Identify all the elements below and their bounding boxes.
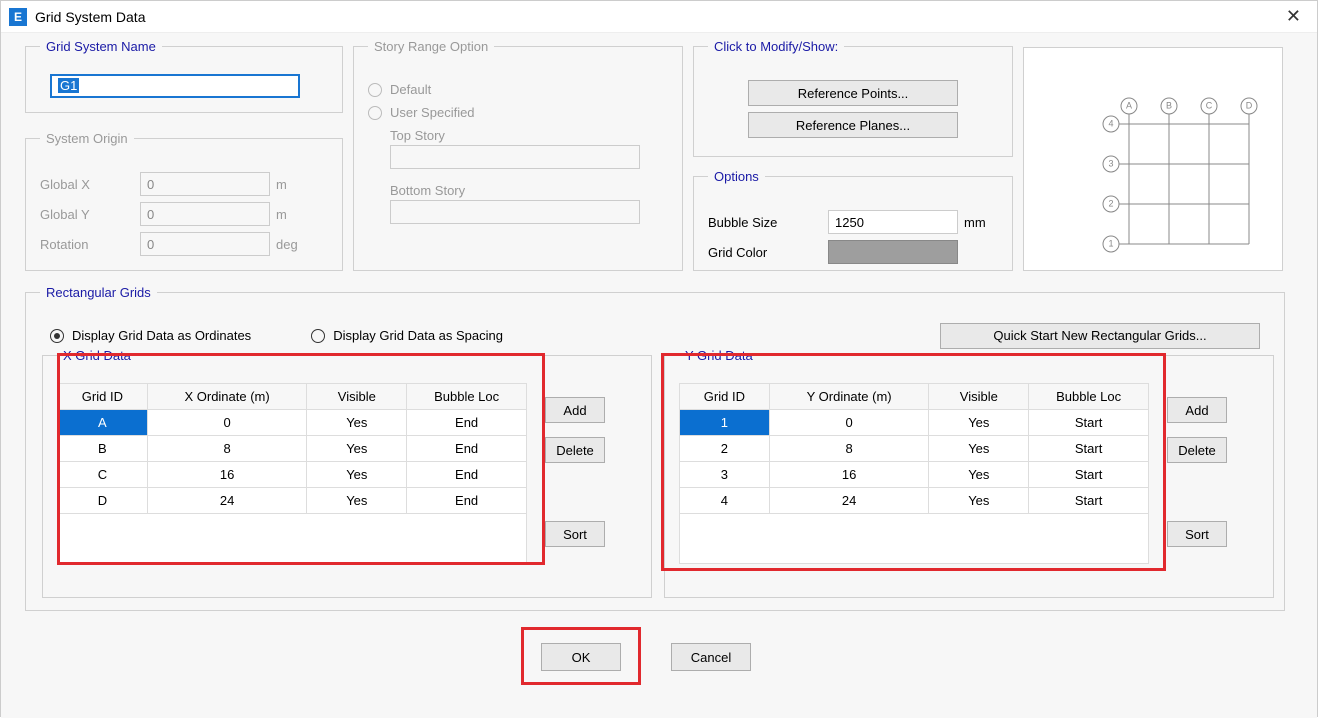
button-y-delete[interactable]: Delete [1167, 437, 1227, 463]
svg-text:B: B [1166, 100, 1172, 110]
svg-text:A: A [1126, 100, 1132, 110]
label-user-specified: User Specified [390, 105, 475, 120]
table-row[interactable]: 316YesStart [680, 462, 1149, 488]
unit-global-y: m [276, 207, 306, 222]
input-bottom-story [390, 200, 640, 224]
legend-rectangular-grids: Rectangular Grids [40, 285, 157, 300]
legend-story-range: Story Range Option [368, 39, 494, 54]
y-grid-table[interactable]: Grid ID Y Ordinate (m) Visible Bubble Lo… [679, 383, 1149, 564]
legend-system-origin: System Origin [40, 131, 134, 146]
x-header-ord: X Ordinate (m) [147, 384, 307, 410]
radio-spacing[interactable]: Display Grid Data as Spacing [311, 328, 503, 343]
input-bubble-size[interactable] [828, 210, 958, 234]
legend-grid-system-name: Grid System Name [40, 39, 162, 54]
radio-user-specified: User Specified [368, 105, 668, 120]
svg-text:2: 2 [1108, 198, 1113, 208]
svg-text:C: C [1206, 100, 1213, 110]
input-global-y [140, 202, 270, 226]
x-grid-table[interactable]: Grid ID X Ordinate (m) Visible Bubble Lo… [57, 383, 527, 564]
table-row[interactable]: B8YesEnd [58, 436, 527, 462]
label-grid-color: Grid Color [708, 245, 828, 260]
button-x-delete[interactable]: Delete [545, 437, 605, 463]
fieldset-y-grid: Y Grid Data Grid ID Y Ordinate (m) Visib… [664, 348, 1274, 598]
grid-system-name-input[interactable]: G1 [50, 74, 300, 98]
svg-text:4: 4 [1108, 118, 1113, 128]
input-rotation [140, 232, 270, 256]
button-quick-start[interactable]: Quick Start New Rectangular Grids... [940, 323, 1260, 349]
button-x-add[interactable]: Add [545, 397, 605, 423]
grid-system-name-value: G1 [58, 78, 79, 93]
table-row[interactable]: 424YesStart [680, 488, 1149, 514]
button-x-sort[interactable]: Sort [545, 521, 605, 547]
titlebar: E Grid System Data ✕ [1, 1, 1317, 33]
button-cancel[interactable]: Cancel [671, 643, 751, 671]
grid-color-swatch[interactable] [828, 240, 958, 264]
label-ordinates: Display Grid Data as Ordinates [72, 328, 251, 343]
label-spacing: Display Grid Data as Spacing [333, 328, 503, 343]
button-reference-points[interactable]: Reference Points... [748, 80, 958, 106]
x-header-id: Grid ID [58, 384, 148, 410]
input-global-x [140, 172, 270, 196]
legend-y-grid: Y Grid Data [679, 348, 759, 363]
fieldset-story-range: Story Range Option Default User Specifie… [353, 39, 683, 271]
y-header-vis: Visible [929, 384, 1029, 410]
x-header-bub: Bubble Loc [407, 384, 527, 410]
label-top-story: Top Story [390, 128, 668, 143]
svg-text:D: D [1246, 100, 1253, 110]
x-header-vis: Visible [307, 384, 407, 410]
svg-text:3: 3 [1108, 158, 1113, 168]
window-title: Grid System Data [35, 9, 1278, 25]
legend-click-modify: Click to Modify/Show: [708, 39, 844, 54]
y-header-ord: Y Ordinate (m) [769, 384, 929, 410]
y-header-id: Grid ID [680, 384, 770, 410]
label-global-y: Global Y [40, 207, 140, 222]
legend-x-grid: X Grid Data [57, 348, 137, 363]
radio-default: Default [368, 82, 668, 97]
label-global-x: Global X [40, 177, 140, 192]
table-row[interactable]: 28YesStart [680, 436, 1149, 462]
table-row[interactable]: D24YesEnd [58, 488, 527, 514]
unit-bubble-size: mm [964, 215, 994, 230]
grid-preview: A B C D 4 3 2 1 [1023, 47, 1283, 271]
button-reference-planes[interactable]: Reference Planes... [748, 112, 958, 138]
table-row[interactable]: C16YesEnd [58, 462, 527, 488]
button-y-sort[interactable]: Sort [1167, 521, 1227, 547]
fieldset-grid-system-name: Grid System Name G1 [25, 39, 343, 113]
fieldset-options: Options Bubble Size mm Grid Color [693, 169, 1013, 271]
fieldset-x-grid: X Grid Data Grid ID X Ordinate (m) Visib… [42, 348, 652, 598]
table-row[interactable]: 10YesStart [680, 410, 1149, 436]
label-default: Default [390, 82, 431, 97]
table-row[interactable]: A0YesEnd [58, 410, 527, 436]
fieldset-system-origin: System Origin Global X m Global Y m Rota… [25, 131, 343, 271]
fieldset-click-modify: Click to Modify/Show: Reference Points..… [693, 39, 1013, 157]
radio-ordinates[interactable]: Display Grid Data as Ordinates [50, 328, 251, 343]
label-bubble-size: Bubble Size [708, 215, 828, 230]
button-y-add[interactable]: Add [1167, 397, 1227, 423]
legend-options: Options [708, 169, 765, 184]
fieldset-rectangular-grids: Rectangular Grids Display Grid Data as O… [25, 285, 1285, 611]
label-rotation: Rotation [40, 237, 140, 252]
button-ok[interactable]: OK [541, 643, 621, 671]
y-header-bub: Bubble Loc [1029, 384, 1149, 410]
input-top-story [390, 145, 640, 169]
label-bottom-story: Bottom Story [390, 183, 668, 198]
app-icon: E [9, 8, 27, 26]
unit-global-x: m [276, 177, 306, 192]
close-icon[interactable]: ✕ [1278, 2, 1309, 31]
unit-rotation: deg [276, 237, 306, 252]
svg-text:1: 1 [1108, 238, 1113, 248]
